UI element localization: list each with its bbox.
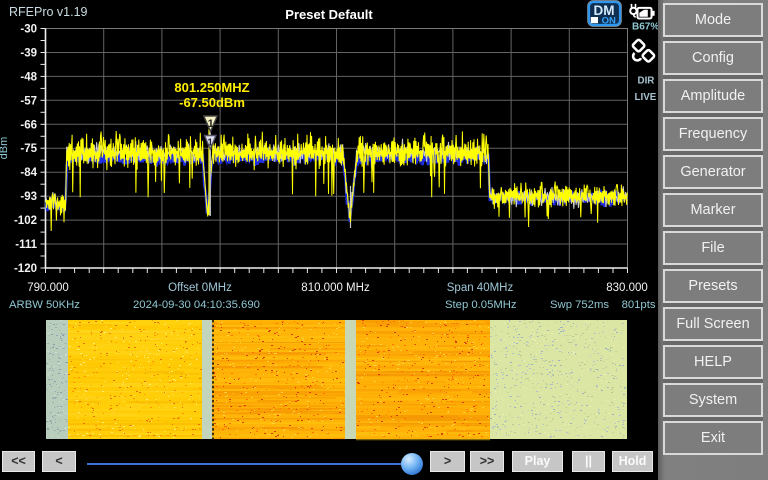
svg-text:-75: -75 [20,143,37,155]
svg-text:ARBW 50KHz: ARBW 50KHz [9,299,80,311]
svg-text:Swp 752ms 801pts: Swp 752ms 801pts [550,299,656,311]
svg-text:Span 40MHz: Span 40MHz [447,282,514,294]
svg-text:-48: -48 [20,71,37,83]
svg-text:810.000 MHz: 810.000 MHz [301,282,370,294]
svg-text:LIVE: LIVE [635,92,657,103]
svg-text:dBm: dBm [0,137,10,160]
svg-text:790.000: 790.000 [27,282,69,294]
svg-text:B67%: B67% [632,22,659,33]
svg-text:ON: ON [602,15,616,26]
svg-text:DIR: DIR [638,76,655,87]
svg-text:-39: -39 [20,48,37,60]
svg-text:-93: -93 [20,191,37,203]
svg-text:-111: -111 [15,239,37,251]
svg-text:-102: -102 [14,215,37,227]
svg-text:-57: -57 [20,95,37,107]
svg-text:1: 1 [207,138,213,149]
svg-text:Offset 0MHz: Offset 0MHz [168,282,232,294]
svg-text:Step 0.05MHz: Step 0.05MHz [445,299,517,311]
svg-text:-84: -84 [20,167,37,179]
svg-text:2024-09-30 04:10:35.690: 2024-09-30 04:10:35.690 [133,299,260,311]
svg-text:-120: -120 [14,263,37,275]
svg-text:1: 1 [208,118,214,130]
svg-text:-67.50dBm: -67.50dBm [179,95,245,110]
svg-text:801.250MHZ: 801.250MHZ [174,80,249,95]
svg-text:-30: -30 [20,24,37,36]
svg-text:-66: -66 [20,119,37,131]
svg-text:830.000: 830.000 [606,282,648,294]
